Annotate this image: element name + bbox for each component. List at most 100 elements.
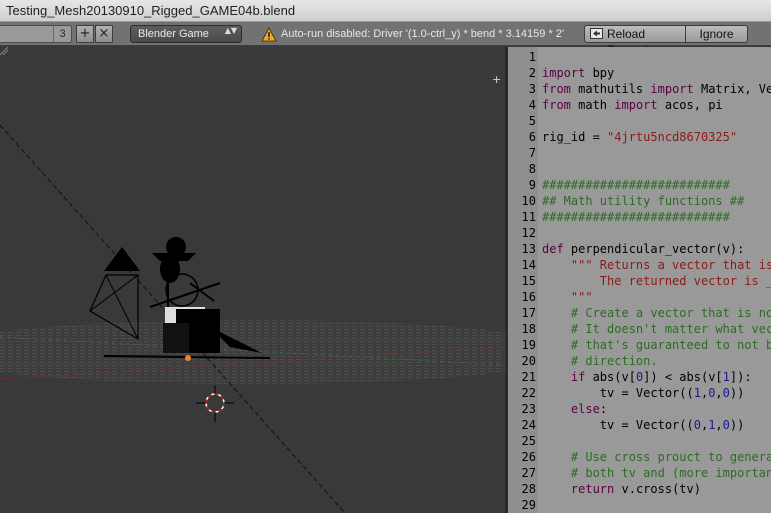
- code-token: "4jrtu5ncd8670325": [607, 130, 738, 144]
- code-token: rig_id =: [542, 130, 608, 144]
- ground-plane: [0, 320, 505, 384]
- code-token: perpendicular_vector(v):: [563, 242, 745, 256]
- code-token: )): [729, 418, 745, 432]
- updown-arrows-icon: ▲▼: [224, 26, 237, 35]
- code-token: 0: [722, 386, 730, 400]
- code-text: # It doesn't matter what vect: [542, 321, 771, 337]
- code-line[interactable]: 14 """ Returns a vector that is: [508, 257, 771, 273]
- code-line[interactable]: 13 def perpendicular_vector(v):: [508, 241, 771, 257]
- code-token: # Create a vector that is not: [542, 306, 771, 320]
- line-number: 15: [521, 274, 536, 288]
- code-text: # Use cross prouct to generat: [542, 449, 771, 465]
- line-number: 6: [528, 130, 536, 144]
- code-text: if abs(v[0]) < abs(v[1]):: [542, 369, 752, 385]
- code-line[interactable]: 10 ## Math utility functions ##: [508, 193, 771, 209]
- code-line[interactable]: 22 tv = Vector((1,0,0)): [508, 385, 771, 401]
- line-number: 16: [521, 290, 536, 304]
- render-engine-value: Blender Game: [138, 28, 209, 40]
- text-editor[interactable]: 1 2 import bpy 3 from mathutils import Matri…: [508, 47, 771, 513]
- code-text: """ Returns a vector that is: [542, 257, 771, 273]
- code-token: 0: [693, 418, 701, 432]
- code-token: The returned vector is _r: [542, 274, 771, 288]
- code-text: from math import acos, pi: [542, 97, 723, 113]
- line-number: 13: [521, 242, 536, 256]
- ignore-label: Ignore: [699, 27, 734, 41]
- reload-trusted-button[interactable]: Reload Trusted: [584, 25, 686, 57]
- code-token: from: [542, 98, 571, 112]
- code-token: 0: [722, 418, 730, 432]
- code-token: acos, pi: [657, 98, 723, 112]
- line-number: 27: [521, 466, 536, 480]
- line-number: 22: [521, 386, 536, 400]
- plus-icon: +: [79, 26, 91, 41]
- area-split-corner-icon[interactable]: [0, 47, 8, 55]
- code-line[interactable]: 23 else:: [508, 401, 771, 417]
- line-number: 17: [521, 306, 536, 320]
- 3d-cursor-icon[interactable]: [196, 385, 234, 422]
- code-text: tv = Vector((0,1,0)): [542, 417, 745, 433]
- code-token: mathutils: [570, 82, 651, 96]
- code-line[interactable]: 6 rig_id = "4jrtu5ncd8670325": [508, 129, 771, 145]
- code-text: The returned vector is _r: [542, 273, 771, 289]
- code-token: from: [542, 82, 571, 96]
- code-line[interactable]: 24 tv = Vector((0,1,0)): [508, 417, 771, 433]
- code-line[interactable]: 28 return v.cross(tv): [508, 481, 771, 497]
- code-text: """: [542, 289, 593, 305]
- code-token: math: [570, 98, 615, 112]
- code-line[interactable]: 19 # that's guaranteed to not be: [508, 337, 771, 353]
- line-number: 10: [521, 194, 536, 208]
- code-line[interactable]: 29: [508, 497, 771, 513]
- render-engine-select[interactable]: Blender Game ▲▼: [130, 25, 242, 43]
- code-text: def perpendicular_vector(v):: [542, 241, 744, 257]
- code-token: import: [542, 66, 586, 80]
- line-number: 1: [528, 50, 536, 64]
- code-line[interactable]: 5: [508, 113, 771, 129]
- code-line[interactable]: 16 """: [508, 289, 771, 305]
- code-line[interactable]: 15 The returned vector is _r: [508, 273, 771, 289]
- code-token: import: [650, 82, 694, 96]
- code-token: abs(v[: [585, 370, 636, 384]
- line-number: 18: [521, 322, 536, 336]
- code-token: # direction.: [542, 354, 658, 368]
- delete-scene-button[interactable]: ×: [95, 25, 113, 43]
- code-token: ##########################: [542, 210, 730, 224]
- code-line[interactable]: 7: [508, 145, 771, 161]
- 3d-viewport[interactable]: [0, 47, 505, 513]
- code-text: ##########################: [542, 177, 730, 193]
- viewport-corner-plus-icon[interactable]: +: [492, 73, 501, 86]
- code-line[interactable]: 9 ##########################: [508, 177, 771, 193]
- line-number: 24: [521, 418, 536, 432]
- code-line[interactable]: 26 # Use cross prouct to generat: [508, 449, 771, 465]
- add-scene-button[interactable]: +: [76, 25, 94, 43]
- code-line[interactable]: 4 from math import acos, pi: [508, 97, 771, 113]
- code-line[interactable]: 27 # both tv and (more important: [508, 465, 771, 481]
- ignore-button[interactable]: Ignore: [686, 25, 748, 43]
- code-text: tv = Vector((1,0,0)): [542, 385, 745, 401]
- window-title-bar: Testing_Mesh20130910_Rigged_GAME04b.blen…: [0, 0, 771, 22]
- code-line[interactable]: 1: [508, 49, 771, 65]
- info-header: 3 + × Blender Game ▲▼ Auto-run disabled:…: [0, 22, 771, 57]
- code-line[interactable]: 3 from mathutils import Matrix, Vec: [508, 81, 771, 97]
- code-line[interactable]: 8: [508, 161, 771, 177]
- line-number: 11: [521, 210, 536, 224]
- code-token: # It doesn't matter what vect: [542, 322, 771, 336]
- line-number: 20: [521, 354, 536, 368]
- line-number: 23: [521, 402, 536, 416]
- scene-datablock-field[interactable]: 3: [0, 25, 72, 43]
- code-token: # both tv and (more important: [542, 466, 771, 480]
- code-line[interactable]: 20 # direction.: [508, 353, 771, 369]
- code-token: ## Math utility functions ##: [542, 194, 745, 208]
- line-number: 14: [521, 258, 536, 272]
- code-text: from mathutils import Matrix, Vec: [542, 81, 771, 97]
- code-line[interactable]: 21 if abs(v[0]) < abs(v[1]):: [508, 369, 771, 385]
- code-line[interactable]: 2 import bpy: [508, 65, 771, 81]
- code-line[interactable]: 18 # It doesn't matter what vect: [508, 321, 771, 337]
- code-line[interactable]: 25: [508, 433, 771, 449]
- code-line[interactable]: 11 ##########################: [508, 209, 771, 225]
- code-line[interactable]: 12: [508, 225, 771, 241]
- code-token: return: [570, 482, 615, 496]
- code-text: rig_id = "4jrtu5ncd8670325": [542, 129, 737, 145]
- code-line[interactable]: 17 # Create a vector that is not: [508, 305, 771, 321]
